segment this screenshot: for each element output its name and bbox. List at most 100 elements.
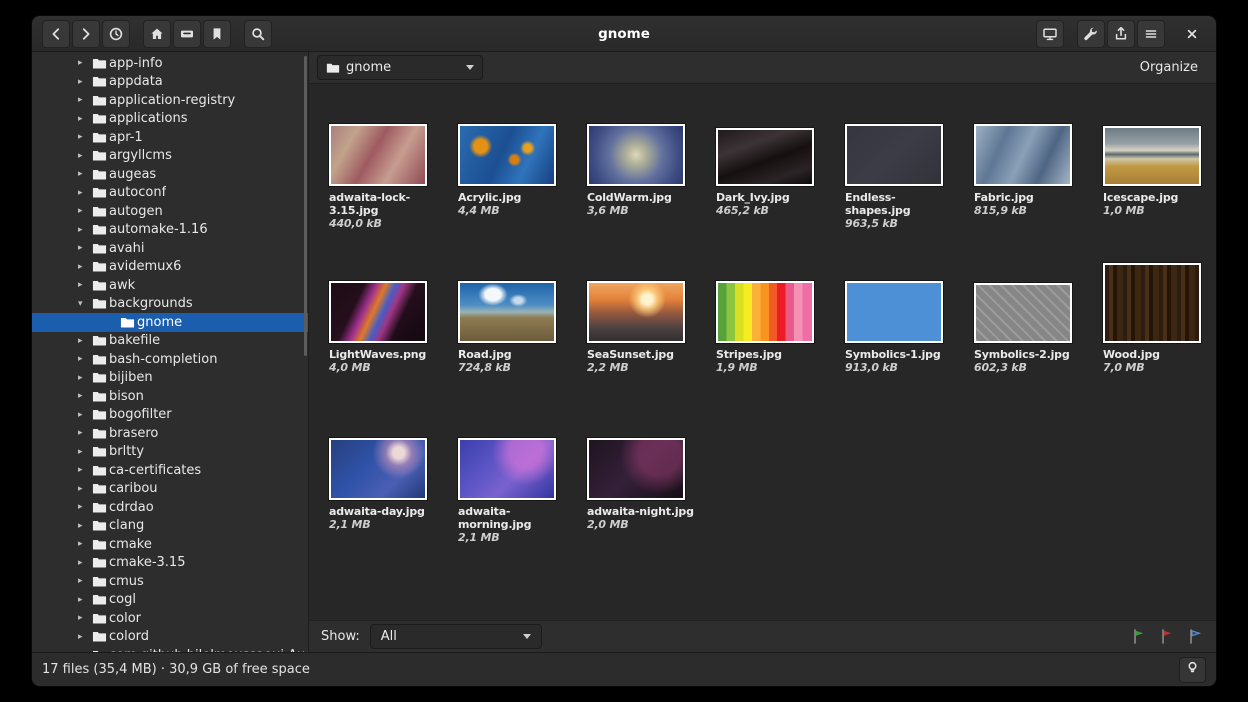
sidebar-folder-item[interactable]: ▸ bison [32, 387, 308, 406]
back-button[interactable] [42, 20, 70, 48]
expander-icon[interactable]: ▸ [78, 132, 92, 142]
expander-icon[interactable]: ▸ [78, 262, 92, 272]
expander-icon[interactable]: ▸ [78, 206, 92, 216]
file-item[interactable]: Dark_Ivy.jpg 465,2 kB [704, 102, 833, 259]
expander-icon[interactable]: ▸ [78, 225, 92, 235]
sidebar-folder-item[interactable]: ▸ colord [32, 628, 308, 647]
expander-icon[interactable]: ▸ [78, 558, 92, 568]
file-item[interactable]: Wood.jpg 7,0 MB [1091, 259, 1216, 416]
expander-icon[interactable]: ▸ [78, 502, 92, 512]
sidebar-folder-item[interactable]: ▸ clang [32, 517, 308, 536]
expander-icon[interactable]: ▸ [78, 410, 92, 420]
sidebar-folder-item[interactable]: ▸ automake-1.16 [32, 221, 308, 240]
slideshow-button[interactable] [1036, 20, 1064, 48]
sidebar-folder-item[interactable]: gnome [32, 313, 308, 332]
file-item[interactable]: Stripes.jpg 1,9 MB [704, 259, 833, 416]
file-item[interactable]: LightWaves.png 4,0 MB [317, 259, 446, 416]
sidebar-scrollbar[interactable] [304, 56, 307, 356]
expander-icon[interactable]: ▸ [78, 576, 92, 586]
properties-button[interactable] [1179, 657, 1206, 683]
expander-icon[interactable]: ▸ [78, 632, 92, 642]
expander-icon[interactable]: ▸ [78, 373, 92, 383]
file-item[interactable]: Symbolics-1.jpg 913,0 kB [833, 259, 962, 416]
file-item[interactable]: adwaita-morning.jpg 2,1 MB [446, 416, 575, 573]
close-button[interactable] [1178, 20, 1206, 48]
sidebar-folder-item[interactable]: ▸ color [32, 609, 308, 628]
expander-icon[interactable]: ▸ [78, 650, 92, 652]
search-button[interactable] [244, 20, 272, 48]
sidebar-folder-item[interactable]: ▸ augeas [32, 165, 308, 184]
expander-icon[interactable]: ▸ [78, 114, 92, 124]
expander-icon[interactable]: ▸ [78, 169, 92, 179]
file-item[interactable]: Acrylic.jpg 4,4 MB [446, 102, 575, 259]
expander-icon[interactable]: ▸ [78, 428, 92, 438]
bookmarks-button[interactable] [203, 20, 231, 48]
expander-icon[interactable]: ▸ [78, 595, 92, 605]
expander-icon[interactable]: ▸ [78, 151, 92, 161]
file-item[interactable]: SeaSunset.jpg 2,2 MB [575, 259, 704, 416]
file-item[interactable]: Endless-shapes.jpg 963,5 kB [833, 102, 962, 259]
sidebar-folder-item[interactable]: ▸ bash-completion [32, 350, 308, 369]
sidebar-folder-item[interactable]: ▸ brasero [32, 424, 308, 443]
forward-button[interactable] [72, 20, 100, 48]
expander-icon[interactable]: ▸ [78, 354, 92, 364]
sidebar-folder-item[interactable]: ▸ bijiben [32, 369, 308, 388]
expander-icon[interactable]: ▸ [78, 447, 92, 457]
tools-button[interactable] [1077, 20, 1105, 48]
expander-icon[interactable]: ▸ [78, 465, 92, 475]
file-item[interactable]: Road.jpg 724,8 kB [446, 259, 575, 416]
expander-icon[interactable]: ▸ [78, 188, 92, 198]
red-flag-icon[interactable] [1159, 628, 1176, 645]
share-button[interactable] [1107, 20, 1135, 48]
menu-button[interactable] [1137, 20, 1165, 48]
sidebar-folder-item[interactable]: ▸ bakefile [32, 332, 308, 351]
expander-icon[interactable]: ▸ [78, 484, 92, 494]
file-item[interactable]: Fabric.jpg 815,9 kB [962, 102, 1091, 259]
file-item[interactable]: adwaita-day.jpg 2,1 MB [317, 416, 446, 573]
sidebar-folder-item[interactable]: ▸ app-info [32, 54, 308, 73]
sidebar-folder-item[interactable]: ▸ awk [32, 276, 308, 295]
sidebar-folder-item[interactable]: ▸ applications [32, 110, 308, 129]
expander-icon[interactable]: ▸ [78, 58, 92, 68]
sidebar-folder-item[interactable]: ▸ apr-1 [32, 128, 308, 147]
sidebar-folder-item[interactable]: ▸ cogl [32, 591, 308, 610]
expander-icon[interactable]: ▸ [78, 95, 92, 105]
expander-icon[interactable]: ▸ [78, 280, 92, 290]
current-folder-dropdown[interactable]: gnome [317, 55, 483, 80]
sidebar-folder-item[interactable]: ▸ brltty [32, 443, 308, 462]
sidebar-folder-item[interactable]: ▸ cdrdao [32, 498, 308, 517]
sidebar-folder-item[interactable]: ▾ backgrounds [32, 295, 308, 314]
file-item[interactable]: ColdWarm.jpg 3,6 MB [575, 102, 704, 259]
expander-icon[interactable]: ▸ [78, 336, 92, 346]
drive-button[interactable] [173, 20, 201, 48]
history-button[interactable] [102, 20, 130, 48]
expander-icon[interactable]: ▸ [78, 77, 92, 87]
file-item[interactable]: Icescape.jpg 1,0 MB [1091, 102, 1216, 259]
sidebar-folder-item[interactable]: ▸ bogofilter [32, 406, 308, 425]
sidebar-folder-item[interactable]: ▸ autoconf [32, 184, 308, 203]
sidebar-folder-item[interactable]: ▸ cmake [32, 535, 308, 554]
sidebar-folder-item[interactable]: ▸ cmus [32, 572, 308, 591]
sidebar-folder-item[interactable]: ▸ application-registry [32, 91, 308, 110]
expander-icon[interactable]: ▸ [78, 521, 92, 531]
expander-icon[interactable]: ▸ [78, 391, 92, 401]
expander-icon[interactable]: ▾ [78, 299, 92, 309]
sidebar-folder-item[interactable]: ▸ caribou [32, 480, 308, 499]
file-item[interactable]: adwaita-night.jpg 2,0 MB [575, 416, 704, 573]
expander-icon[interactable]: ▸ [78, 539, 92, 549]
blue-flag-icon[interactable] [1187, 628, 1204, 645]
sidebar-folder-item[interactable]: ▸ appdata [32, 73, 308, 92]
sidebar-folder-item[interactable]: ▸ com.github.bilelmoussaoui.Audi [32, 646, 308, 652]
sidebar-folder-item[interactable]: ▸ avahi [32, 239, 308, 258]
sidebar-folder-item[interactable]: ▸ argyllcms [32, 147, 308, 166]
sidebar-folder-item[interactable]: ▸ autogen [32, 202, 308, 221]
sidebar-folder-item[interactable]: ▸ cmake-3.15 [32, 554, 308, 573]
file-item[interactable]: adwaita-lock-3.15.jpg 440,0 kB [317, 102, 446, 259]
file-item[interactable]: Symbolics-2.jpg 602,3 kB [962, 259, 1091, 416]
green-flag-icon[interactable] [1131, 628, 1148, 645]
organize-button[interactable]: Organize [1134, 56, 1204, 79]
sidebar-folder-item[interactable]: ▸ avidemux6 [32, 258, 308, 277]
sidebar-folder-item[interactable]: ▸ ca-certificates [32, 461, 308, 480]
expander-icon[interactable]: ▸ [78, 243, 92, 253]
home-button[interactable] [143, 20, 171, 48]
